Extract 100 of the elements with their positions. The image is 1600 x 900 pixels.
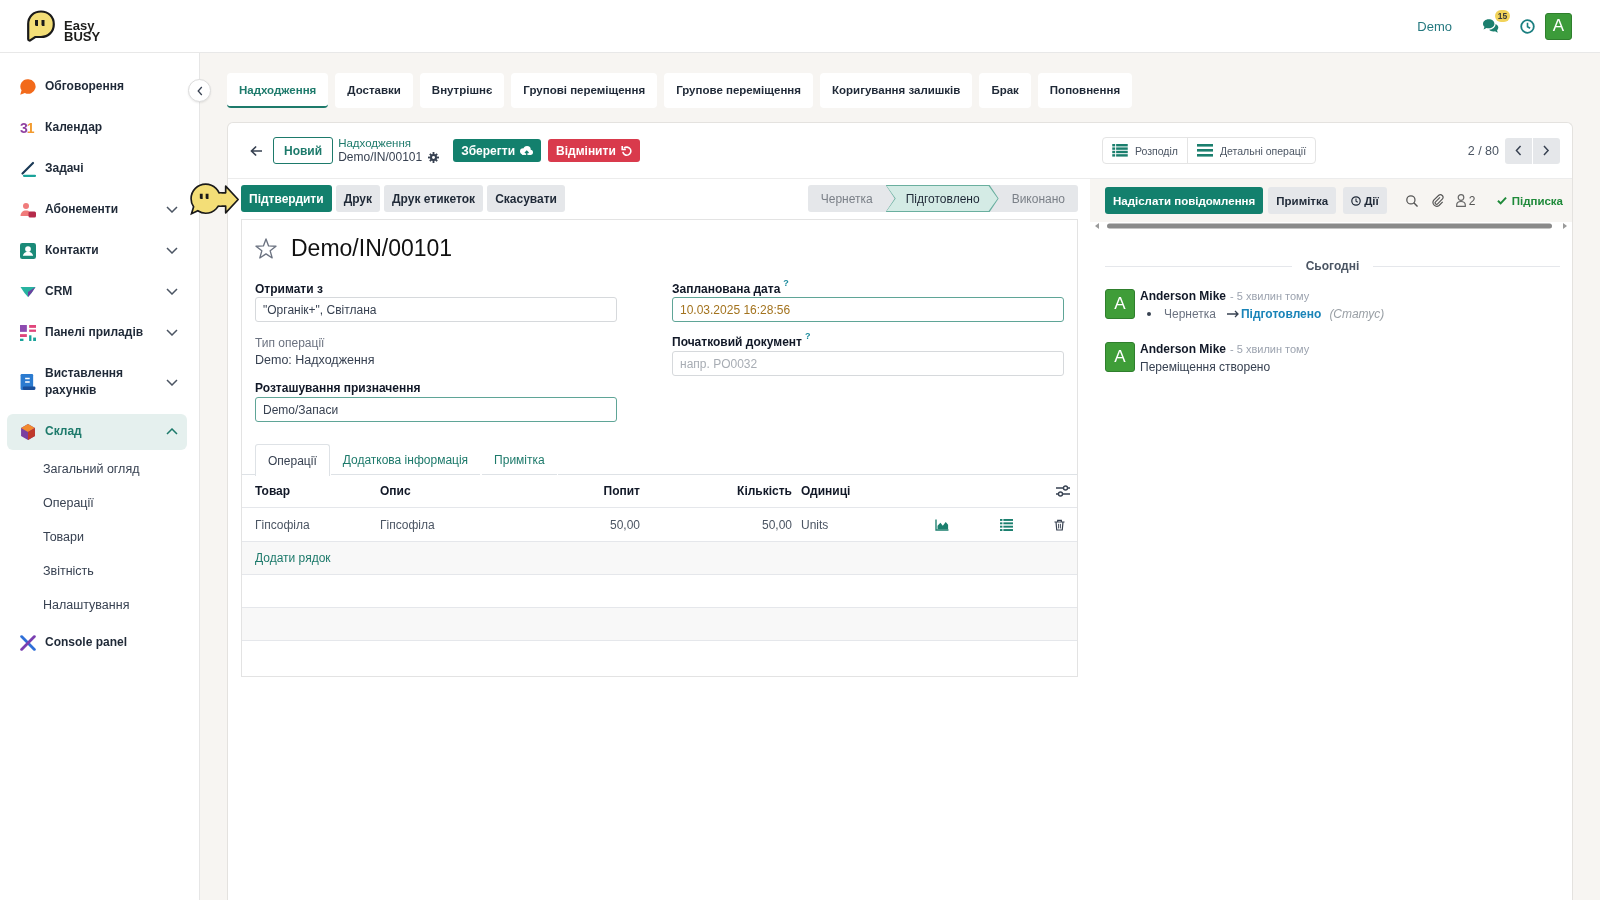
- save-button[interactable]: Зберегти: [453, 139, 542, 162]
- search-icon[interactable]: [1405, 194, 1418, 207]
- date-separator: Сьогодні: [1305, 259, 1360, 273]
- field-label: Початковий документ: [672, 335, 802, 349]
- lines-icon: [1196, 144, 1213, 157]
- chat-bubbles-icon[interactable]: [1483, 19, 1499, 33]
- logo-icon[interactable]: [26, 10, 56, 42]
- tab[interactable]: Внутрішнє: [419, 73, 505, 108]
- input-field[interactable]: "Органік+", Світлана: [255, 297, 617, 322]
- sidebar-subitem[interactable]: Товари: [7, 520, 187, 554]
- user-avatar: A: [1105, 342, 1135, 372]
- column-header: Опис: [380, 484, 412, 498]
- people-icon: [20, 201, 36, 218]
- view-button[interactable]: Розподіл: [1103, 138, 1187, 163]
- previous-button[interactable]: [1505, 137, 1532, 164]
- chatter-button[interactable]: Дії: [1343, 187, 1387, 214]
- input-field[interactable]: Demo/Запаси: [255, 397, 617, 422]
- tab[interactable]: Групове переміщення: [664, 73, 813, 108]
- help-mark[interactable]: ?: [783, 279, 789, 288]
- check-icon: [1496, 196, 1507, 205]
- breadcrumb-current: Demo/IN/00101: [338, 150, 423, 165]
- input-field[interactable]: 10.03.2025 16:28:56: [672, 297, 1064, 322]
- undo-icon: [620, 145, 632, 156]
- sidebar-item[interactable]: CRM: [7, 273, 187, 310]
- gear-icon[interactable]: [428, 152, 440, 163]
- follow-button[interactable]: Підписка: [1496, 194, 1563, 207]
- dashboard-grid-icon: [20, 324, 36, 341]
- action-button[interactable]: Підтвердити: [241, 185, 332, 212]
- tracking-new-value: Підготовлено: [1240, 307, 1322, 321]
- author-name[interactable]: Anderson Mike: [1140, 342, 1226, 356]
- message-time: - 5 хвилин тому: [1230, 342, 1310, 356]
- sidebar-item[interactable]: Абонементи: [7, 191, 187, 228]
- back-arrow-icon[interactable]: [250, 145, 262, 156]
- field-label: Розташування призначення: [255, 381, 421, 395]
- tracking-old-value: Чернетка: [1164, 307, 1216, 321]
- person-icon[interactable]: [1455, 194, 1466, 207]
- help-mark[interactable]: ?: [804, 332, 811, 341]
- new-button[interactable]: Новий: [273, 137, 334, 164]
- sidebar-item[interactable]: Обговорення: [7, 68, 187, 105]
- author-name[interactable]: Anderson Mike: [1140, 289, 1226, 303]
- sidebar-item[interactable]: Контакти: [7, 232, 187, 269]
- cloud-upload-icon: [520, 146, 534, 155]
- chevron-left-icon: [196, 85, 203, 96]
- action-button[interactable]: Друк: [335, 185, 381, 212]
- tab[interactable]: Групові переміщення: [511, 73, 658, 108]
- chatter-button[interactable]: Надіслати повідомлення: [1105, 187, 1264, 214]
- clock-icon[interactable]: [1520, 18, 1535, 34]
- follower-count[interactable]: 2: [1468, 193, 1476, 208]
- star-icon[interactable]: [255, 237, 277, 259]
- action-button[interactable]: Скасувати: [487, 185, 565, 212]
- sidebar-subitem[interactable]: Загальний огляд: [7, 452, 187, 486]
- column-header: Одиниці: [800, 484, 852, 498]
- column-header: Попит: [602, 484, 640, 498]
- field-value: Demo: Надходження: [255, 353, 376, 367]
- list-icon: [1112, 144, 1128, 157]
- tab[interactable]: Брак: [979, 73, 1031, 108]
- sidebar-subitem[interactable]: Звітність: [7, 554, 187, 588]
- tab[interactable]: Доставки: [335, 73, 413, 108]
- chatter-button[interactable]: Примітка: [1268, 187, 1337, 214]
- sidebar-item[interactable]: Console panel: [7, 624, 187, 661]
- message-count-badge: 15: [1495, 10, 1510, 22]
- tab[interactable]: Коригування залишків: [820, 73, 973, 108]
- message-time: - 5 хвилин тому: [1230, 289, 1310, 303]
- view-button[interactable]: Детальні операції: [1186, 138, 1316, 163]
- message-text: Переміщення створено: [1140, 360, 1272, 374]
- clock-icon: [1351, 195, 1362, 206]
- sidebar-item[interactable]: Склад: [7, 413, 187, 450]
- sidebar-item[interactable]: Виставлення рахунків: [7, 355, 187, 409]
- input-field[interactable]: напр. PO0032: [672, 351, 1064, 376]
- column-header: Кількість: [736, 484, 792, 498]
- sidebar-item[interactable]: Задачі: [7, 150, 187, 187]
- paperclip-icon[interactable]: [1431, 194, 1444, 207]
- bullet-icon: [1147, 312, 1151, 316]
- list-icon[interactable]: [999, 518, 1013, 531]
- action-button[interactable]: Друк етикеток: [384, 185, 484, 212]
- crossed-tools-icon: [20, 634, 36, 651]
- tab[interactable]: Поповнення: [1037, 73, 1133, 108]
- sidebar-item[interactable]: 31 Календар: [7, 109, 187, 146]
- notebook-tab[interactable]: Операції: [255, 444, 330, 476]
- column-header: Товар: [254, 484, 292, 498]
- horizontal-scrollbar[interactable]: [1095, 222, 1567, 230]
- arrow-right-icon: [1226, 310, 1239, 318]
- box-icon: [20, 423, 36, 440]
- sliders-icon[interactable]: [1056, 485, 1070, 497]
- tab[interactable]: Надходження: [227, 73, 329, 108]
- field-label: Отримати з: [255, 282, 323, 296]
- table-cell-text: Гіпсофіла: [254, 517, 311, 532]
- discard-button[interactable]: Відмінити: [548, 139, 640, 162]
- table-cell-text: 50,00: [608, 517, 640, 532]
- status-stage[interactable]: Підготовлено: [885, 185, 999, 212]
- trash-icon[interactable]: [1054, 518, 1065, 531]
- sidebar-item[interactable]: Панелі приладів: [7, 314, 187, 351]
- sidebar-subitem[interactable]: Налаштування: [7, 588, 187, 622]
- area-chart-icon[interactable]: [935, 518, 949, 531]
- sidebar-subitem[interactable]: Операції: [7, 486, 187, 520]
- company-switcher[interactable]: Demo: [1417, 18, 1452, 34]
- breadcrumb-link[interactable]: Надходження: [338, 136, 440, 150]
- next-button[interactable]: [1533, 137, 1560, 164]
- user-avatar[interactable]: A: [1545, 12, 1572, 40]
- add-line-link[interactable]: Додати рядок: [255, 551, 331, 565]
